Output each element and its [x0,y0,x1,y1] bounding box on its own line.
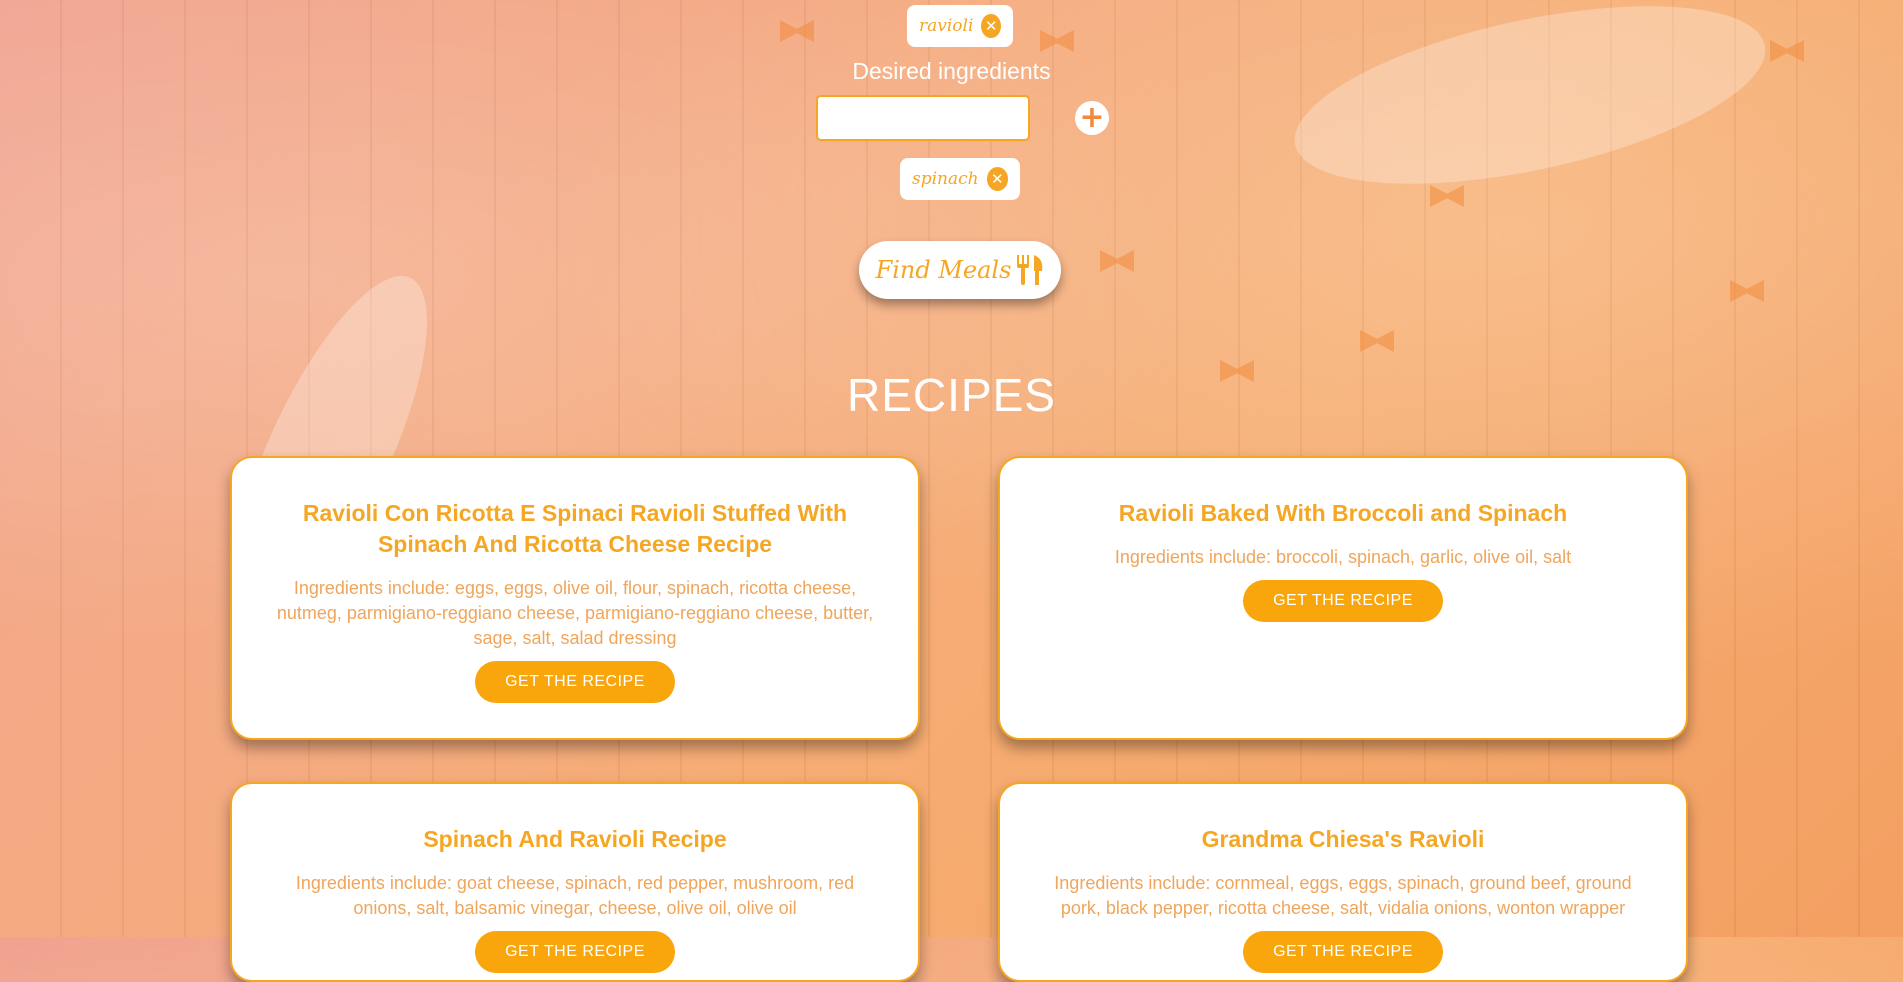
get-recipe-button[interactable]: GET THE RECIPE [475,661,675,703]
ingredient-chip-spinach: spinach ✕ [900,158,1020,200]
recipe-ingredients: Ingredients include: cornmeal, eggs, egg… [1054,873,1632,918]
recipe-ingredients: Ingredients include: eggs, eggs, olive o… [276,578,874,648]
background-decor [1040,30,1074,52]
ingredient-input[interactable] [816,95,1030,141]
recipe-title: Spinach And Ravioli Recipe [423,826,727,852]
recipe-title: Ravioli Con Ricotta E Spinaci Ravioli St… [302,500,848,557]
recipes-heading: RECIPES [847,369,1056,421]
background-decor [1360,330,1394,352]
find-meals-button[interactable]: Find Meals [859,241,1061,299]
plus-circle-icon[interactable]: + [1075,101,1109,135]
chip-label: spinach [912,169,979,189]
get-recipe-button[interactable]: GET THE RECIPE [475,931,675,973]
get-recipe-button[interactable]: GET THE RECIPE [1243,931,1443,973]
recipe-card: Ravioli Con Ricotta E Spinaci Ravioli St… [230,456,920,740]
background-decor [1100,250,1134,272]
find-meals-label: Find Meals [875,256,1012,284]
recipe-title: Ravioli Baked With Broccoli and Spinach [1118,500,1568,526]
desired-ingredients-label: Desired ingredients [852,58,1051,84]
close-circle-icon[interactable]: ✕ [981,14,1001,38]
recipe-card: Spinach And Ravioli Recipe Ingredients i… [230,782,920,982]
close-circle-icon[interactable]: ✕ [986,167,1008,191]
get-recipe-button[interactable]: GET THE RECIPE [1243,580,1443,622]
ingredient-chip-ravioli: ravioli ✕ [907,5,1013,47]
recipe-card: Grandma Chiesa's Ravioli Ingredients inc… [998,782,1688,982]
recipe-card: Ravioli Baked With Broccoli and Spinach … [998,456,1688,740]
recipe-ingredients: Ingredients include: broccoli, spinach, … [1114,547,1572,567]
background-decor [1279,0,1781,219]
background-decor [1430,185,1464,207]
recipe-title: Grandma Chiesa's Ravioli [1201,826,1485,852]
background-decor [1730,280,1764,302]
background-decor [780,20,814,42]
chip-label: ravioli [919,16,974,36]
recipe-ingredients: Ingredients include: goat cheese, spinac… [295,873,855,918]
fork-knife-icon [1017,255,1044,285]
